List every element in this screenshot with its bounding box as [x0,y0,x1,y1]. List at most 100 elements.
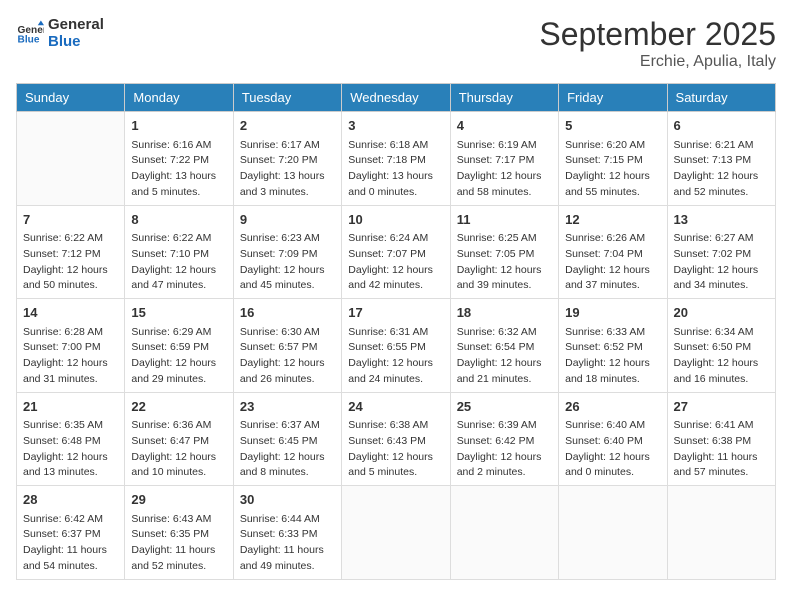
week-row-4: 28Sunrise: 6:42 AM Sunset: 6:37 PM Dayli… [17,486,776,580]
day-info: Sunrise: 6:16 AM Sunset: 7:22 PM Dayligh… [131,138,226,201]
calendar-cell: 18Sunrise: 6:32 AM Sunset: 6:54 PM Dayli… [450,299,558,393]
day-info: Sunrise: 6:22 AM Sunset: 7:12 PM Dayligh… [23,231,118,294]
calendar-cell: 17Sunrise: 6:31 AM Sunset: 6:55 PM Dayli… [342,299,450,393]
weekday-header-wednesday: Wednesday [342,84,450,112]
calendar-cell: 22Sunrise: 6:36 AM Sunset: 6:47 PM Dayli… [125,392,233,486]
day-number: 22 [131,397,226,417]
day-info: Sunrise: 6:24 AM Sunset: 7:07 PM Dayligh… [348,231,443,294]
day-number: 23 [240,397,335,417]
weekday-header-monday: Monday [125,84,233,112]
calendar-cell: 10Sunrise: 6:24 AM Sunset: 7:07 PM Dayli… [342,205,450,299]
day-info: Sunrise: 6:41 AM Sunset: 6:38 PM Dayligh… [674,418,769,481]
month-title: September 2025 [539,16,776,53]
day-number: 16 [240,303,335,323]
day-info: Sunrise: 6:26 AM Sunset: 7:04 PM Dayligh… [565,231,660,294]
calendar-cell: 5Sunrise: 6:20 AM Sunset: 7:15 PM Daylig… [559,112,667,206]
day-number: 12 [565,210,660,230]
day-info: Sunrise: 6:17 AM Sunset: 7:20 PM Dayligh… [240,138,335,201]
calendar-cell: 30Sunrise: 6:44 AM Sunset: 6:33 PM Dayli… [233,486,341,580]
day-number: 10 [348,210,443,230]
day-number: 5 [565,116,660,136]
day-info: Sunrise: 6:43 AM Sunset: 6:35 PM Dayligh… [131,512,226,575]
day-number: 15 [131,303,226,323]
logo-blue: Blue [48,33,104,50]
day-info: Sunrise: 6:34 AM Sunset: 6:50 PM Dayligh… [674,325,769,388]
day-number: 8 [131,210,226,230]
calendar-body: 1Sunrise: 6:16 AM Sunset: 7:22 PM Daylig… [17,112,776,580]
week-row-0: 1Sunrise: 6:16 AM Sunset: 7:22 PM Daylig… [17,112,776,206]
day-number: 27 [674,397,769,417]
day-info: Sunrise: 6:21 AM Sunset: 7:13 PM Dayligh… [674,138,769,201]
weekday-header-saturday: Saturday [667,84,775,112]
calendar-cell: 4Sunrise: 6:19 AM Sunset: 7:17 PM Daylig… [450,112,558,206]
day-number: 28 [23,490,118,510]
day-number: 13 [674,210,769,230]
day-info: Sunrise: 6:27 AM Sunset: 7:02 PM Dayligh… [674,231,769,294]
weekday-header-friday: Friday [559,84,667,112]
logo-general: General [48,16,104,33]
calendar-cell: 28Sunrise: 6:42 AM Sunset: 6:37 PM Dayli… [17,486,125,580]
day-number: 1 [131,116,226,136]
header: General Blue General Blue September 2025… [16,16,776,71]
calendar-cell: 23Sunrise: 6:37 AM Sunset: 6:45 PM Dayli… [233,392,341,486]
calendar-cell: 12Sunrise: 6:26 AM Sunset: 7:04 PM Dayli… [559,205,667,299]
day-info: Sunrise: 6:22 AM Sunset: 7:10 PM Dayligh… [131,231,226,294]
day-info: Sunrise: 6:37 AM Sunset: 6:45 PM Dayligh… [240,418,335,481]
calendar-cell: 14Sunrise: 6:28 AM Sunset: 7:00 PM Dayli… [17,299,125,393]
day-number: 26 [565,397,660,417]
weekday-header-thursday: Thursday [450,84,558,112]
day-number: 30 [240,490,335,510]
calendar-cell: 16Sunrise: 6:30 AM Sunset: 6:57 PM Dayli… [233,299,341,393]
day-number: 20 [674,303,769,323]
logo: General Blue General Blue [16,16,104,50]
calendar-cell [450,486,558,580]
day-info: Sunrise: 6:23 AM Sunset: 7:09 PM Dayligh… [240,231,335,294]
day-info: Sunrise: 6:29 AM Sunset: 6:59 PM Dayligh… [131,325,226,388]
calendar-cell: 24Sunrise: 6:38 AM Sunset: 6:43 PM Dayli… [342,392,450,486]
logo-icon: General Blue [16,19,44,47]
day-info: Sunrise: 6:35 AM Sunset: 6:48 PM Dayligh… [23,418,118,481]
day-info: Sunrise: 6:40 AM Sunset: 6:40 PM Dayligh… [565,418,660,481]
day-info: Sunrise: 6:39 AM Sunset: 6:42 PM Dayligh… [457,418,552,481]
week-row-2: 14Sunrise: 6:28 AM Sunset: 7:00 PM Dayli… [17,299,776,393]
day-number: 21 [23,397,118,417]
weekday-header-tuesday: Tuesday [233,84,341,112]
day-number: 25 [457,397,552,417]
day-number: 3 [348,116,443,136]
calendar-cell [667,486,775,580]
day-number: 2 [240,116,335,136]
week-row-1: 7Sunrise: 6:22 AM Sunset: 7:12 PM Daylig… [17,205,776,299]
day-number: 6 [674,116,769,136]
calendar-cell: 1Sunrise: 6:16 AM Sunset: 7:22 PM Daylig… [125,112,233,206]
day-number: 9 [240,210,335,230]
day-number: 4 [457,116,552,136]
location-title: Erchie, Apulia, Italy [539,53,776,71]
day-number: 7 [23,210,118,230]
day-info: Sunrise: 6:44 AM Sunset: 6:33 PM Dayligh… [240,512,335,575]
day-info: Sunrise: 6:28 AM Sunset: 7:00 PM Dayligh… [23,325,118,388]
svg-text:Blue: Blue [18,34,40,45]
day-info: Sunrise: 6:33 AM Sunset: 6:52 PM Dayligh… [565,325,660,388]
calendar-cell: 6Sunrise: 6:21 AM Sunset: 7:13 PM Daylig… [667,112,775,206]
weekday-header-sunday: Sunday [17,84,125,112]
day-number: 29 [131,490,226,510]
calendar-cell: 19Sunrise: 6:33 AM Sunset: 6:52 PM Dayli… [559,299,667,393]
calendar-cell: 13Sunrise: 6:27 AM Sunset: 7:02 PM Dayli… [667,205,775,299]
calendar-cell [17,112,125,206]
calendar-cell [559,486,667,580]
calendar-cell: 15Sunrise: 6:29 AM Sunset: 6:59 PM Dayli… [125,299,233,393]
day-info: Sunrise: 6:36 AM Sunset: 6:47 PM Dayligh… [131,418,226,481]
day-info: Sunrise: 6:19 AM Sunset: 7:17 PM Dayligh… [457,138,552,201]
calendar-cell: 3Sunrise: 6:18 AM Sunset: 7:18 PM Daylig… [342,112,450,206]
day-info: Sunrise: 6:20 AM Sunset: 7:15 PM Dayligh… [565,138,660,201]
day-info: Sunrise: 6:25 AM Sunset: 7:05 PM Dayligh… [457,231,552,294]
weekday-header-row: SundayMondayTuesdayWednesdayThursdayFrid… [17,84,776,112]
calendar-cell: 9Sunrise: 6:23 AM Sunset: 7:09 PM Daylig… [233,205,341,299]
calendar-cell: 27Sunrise: 6:41 AM Sunset: 6:38 PM Dayli… [667,392,775,486]
week-row-3: 21Sunrise: 6:35 AM Sunset: 6:48 PM Dayli… [17,392,776,486]
day-number: 11 [457,210,552,230]
calendar-cell: 21Sunrise: 6:35 AM Sunset: 6:48 PM Dayli… [17,392,125,486]
day-number: 24 [348,397,443,417]
day-number: 17 [348,303,443,323]
calendar-cell: 7Sunrise: 6:22 AM Sunset: 7:12 PM Daylig… [17,205,125,299]
